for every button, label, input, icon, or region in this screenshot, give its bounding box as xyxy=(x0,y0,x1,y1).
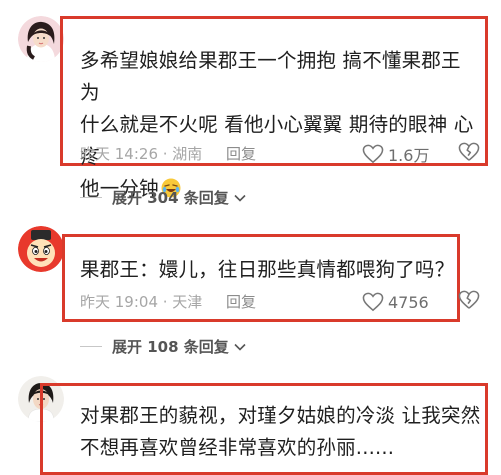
like-count: 4756 xyxy=(388,292,429,312)
expand-replies-button[interactable]: 展开 304 条回复 xyxy=(80,185,246,209)
comment-line: 不想再喜欢曾经非常喜欢的孙丽...... xyxy=(80,436,395,459)
broken-heart-icon xyxy=(458,290,480,310)
avatar[interactable] xyxy=(18,226,64,272)
dislike-button[interactable] xyxy=(458,142,480,164)
reply-button[interactable]: 回复 xyxy=(226,291,256,313)
chevron-down-icon xyxy=(234,188,246,206)
expand-replies-button[interactable]: 展开 108 条回复 xyxy=(80,334,246,358)
comment-text: 对果郡王的藐视，对瑾夕姑娘的冷淡 让我突然 不想再喜欢曾经非常喜欢的孙丽....… xyxy=(80,400,485,464)
heart-icon xyxy=(362,292,384,312)
avatar[interactable] xyxy=(18,16,64,62)
like-button[interactable]: 4756 xyxy=(362,290,429,314)
reply-button[interactable]: 回复 xyxy=(226,143,256,165)
dislike-button[interactable] xyxy=(458,290,480,312)
like-count: 1.6万 xyxy=(388,146,430,165)
chevron-down-icon xyxy=(234,337,246,355)
comment-timestamp: 昨天 19:04 · 天津 xyxy=(80,293,203,311)
divider xyxy=(80,196,102,198)
expand-replies-label: 展开 108 条回复 xyxy=(112,337,229,356)
heart-icon xyxy=(362,144,384,164)
comment-line: 果郡王：嬛儿，往日那些真情都喂狗了吗？ xyxy=(80,258,455,281)
comment-text: 果郡王：嬛儿，往日那些真情都喂狗了吗？ xyxy=(80,254,460,286)
expand-replies-label: 展开 304 条回复 xyxy=(112,188,229,207)
broken-heart-icon xyxy=(458,142,480,162)
comment-line: 多希望娘娘给果郡王一个拥抱 搞不懂果郡王为 xyxy=(80,49,461,104)
like-button[interactable]: 1.6万 xyxy=(362,142,429,166)
comment-timestamp: 昨天 14:26 · 湖南 xyxy=(80,145,203,163)
divider xyxy=(80,345,102,347)
comment-line: 对果郡王的藐视，对瑾夕姑娘的冷淡 让我突然 xyxy=(80,404,481,427)
comment-text: 多希望娘娘给果郡王一个拥抱 搞不懂果郡王为 什么就是不火呢 看他小心翼翼 期待的… xyxy=(80,45,480,205)
